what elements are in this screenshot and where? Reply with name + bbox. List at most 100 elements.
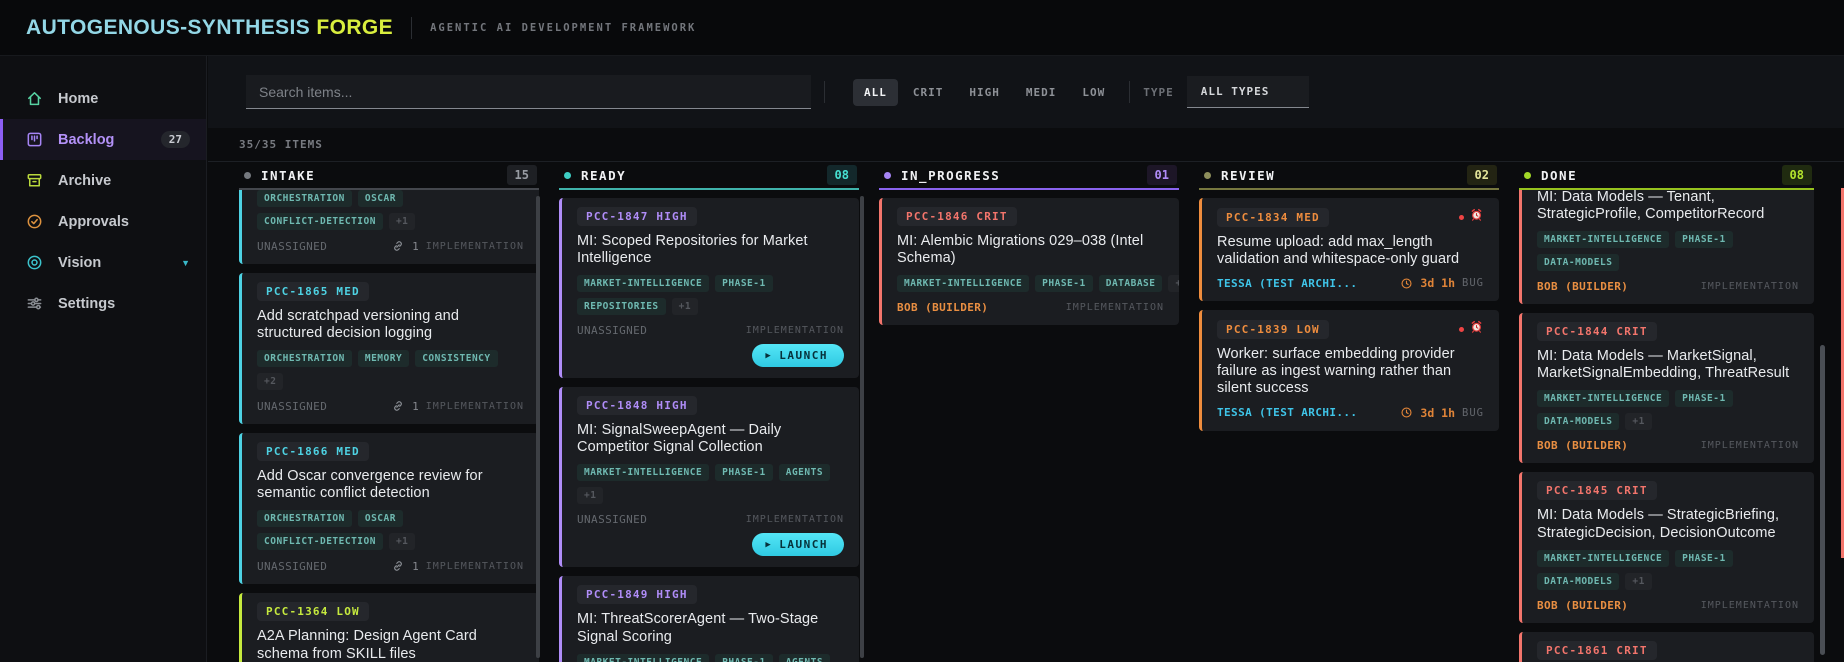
- sidebar-item-vision[interactable]: Vision ▼: [0, 242, 206, 283]
- card[interactable]: PCC-1847 HIGH MI: Scoped Repositories for…: [559, 198, 859, 379]
- clock-icon: [1400, 277, 1413, 290]
- launch-button[interactable]: ▶ LAUNCH: [752, 344, 844, 368]
- card-title: Resume upload: add max_length validation…: [1217, 234, 1460, 268]
- column-title: DONE: [1541, 167, 1578, 183]
- card[interactable]: PCC-1364 LOW A2A Planning: Design Agent C…: [239, 593, 539, 662]
- top-header-bar: AUTOGENOUS-SYNTHESIS FORGE AGENTIC AI DE…: [0, 0, 1844, 56]
- card-id-row: PCC-1861 CRIT: [1537, 640, 1799, 660]
- card-title: MI: Alembic Migrations 029–038 (Intel Sc…: [897, 233, 1144, 267]
- sidebar-item-label: Vision: [58, 254, 102, 271]
- column-title: REVIEW: [1221, 167, 1276, 183]
- tag-row: MARKET-INTELLIGENCE PHASE-1: [577, 275, 844, 293]
- card-work-type: IMPLEMENTATION: [1700, 599, 1799, 611]
- filter-all[interactable]: ALL: [853, 78, 898, 106]
- search-input[interactable]: [246, 75, 811, 109]
- card-id-badge: PCC-1849 HIGH: [577, 585, 697, 605]
- sidebar-item-label: Home: [58, 90, 99, 107]
- column-status-dot-icon: [884, 171, 891, 179]
- launch-button[interactable]: ▶ LAUNCH: [752, 533, 844, 557]
- column-intake: INTAKE 15 ORCHESTRATION OSCAR CONFLICT-DETEC…: [239, 162, 539, 662]
- card-work-type: IMPLEMENTATION: [1700, 440, 1799, 452]
- ready-column-scrollbar[interactable]: [860, 196, 864, 658]
- card[interactable]: PCC-1846 CRIT MI: Alembic Migrations 029–…: [879, 198, 1179, 326]
- filter-medi[interactable]: MEDI: [1015, 79, 1068, 106]
- column-in_progress: IN_PROGRESS 01 PCC-1846 CRIT MI: Alembic Mi…: [879, 162, 1179, 662]
- tag-chip: DATA-MODELS: [1537, 254, 1620, 272]
- card-id-row: PCC-1865 MED: [257, 282, 524, 301]
- card-tags: MARKET-INTELLIGENCE PHASE-1 DATA-MODELS +1: [1537, 390, 1799, 431]
- card[interactable]: PCC-1861 CRIT: [1519, 631, 1814, 662]
- kanban-board: INTAKE 15 ORCHESTRATION OSCAR CONFLICT-DETEC…: [208, 162, 1844, 662]
- sidebar-item-approvals[interactable]: Approvals: [0, 201, 206, 242]
- card-id-badge: PCC-1364 LOW: [257, 602, 369, 622]
- filter-high[interactable]: HIGH: [958, 79, 1011, 106]
- main-content: ALLCRITHIGHMEDILOW TYPE ALL TYPES 35/35 …: [208, 56, 1844, 662]
- card-footer-right: 1 IMPLEMENTATION: [391, 399, 524, 413]
- tag-row: DATA-MODELS +1: [1537, 413, 1799, 431]
- card-footer: UNASSIGNED IMPLEMENTATION: [577, 513, 844, 526]
- card[interactable]: PCC-1866 MED Add Oscar convergence review…: [239, 433, 539, 585]
- tag-row: +2: [257, 373, 524, 391]
- column-ready: READY 08 PCC-1847 HIGH MI: Scoped Repositor…: [559, 162, 859, 662]
- column-cards: PCC-1847 HIGH MI: Scoped Repositories for…: [559, 190, 859, 662]
- card[interactable]: PCC-1839 LOW Worker: surface embedding pr…: [1199, 310, 1499, 431]
- card[interactable]: PCC-1849 HIGH MI: ThreatScorerAgent — Two…: [559, 576, 859, 662]
- card-tags: ORCHESTRATION OSCAR CONFLICT-DETECTION +1: [257, 190, 524, 230]
- filter-low[interactable]: LOW: [1071, 79, 1116, 106]
- card-id-row: PCC-1866 MED: [257, 442, 524, 462]
- tag-chip: MARKET-INTELLIGENCE: [577, 653, 710, 662]
- card-tags: ORCHESTRATION MEMORY CONSISTENCY +2: [257, 350, 524, 391]
- card[interactable]: PCC-1844 CRIT MI: Data Models — MarketSig…: [1519, 313, 1814, 464]
- sidebar-item-home[interactable]: Home: [0, 78, 206, 119]
- card-assignee: UNASSIGNED: [257, 559, 328, 573]
- filter-crit[interactable]: CRIT: [902, 79, 955, 106]
- card-age: 3d 1h: [1420, 276, 1456, 291]
- card[interactable]: ORCHESTRATION OSCAR CONFLICT-DETECTION +1 UN…: [239, 190, 539, 264]
- app-title: AUTOGENOUS-SYNTHESIS FORGE: [26, 16, 393, 40]
- card-footer: UNASSIGNED 1 IMPLEMENTATION: [257, 559, 524, 573]
- tag-chip: REPOSITORIES: [577, 298, 666, 316]
- tag-chip: MARKET-INTELLIGENCE: [1537, 549, 1670, 567]
- column-status-dot-icon: [244, 171, 251, 179]
- card[interactable]: PCC-1848 HIGH MI: SignalSweepAgent — Dail…: [559, 387, 859, 568]
- card-id-badge: PCC-1834 MED: [1217, 207, 1329, 227]
- card-age: 3d 1h: [1420, 405, 1456, 420]
- sidebar-item-settings[interactable]: Settings: [0, 283, 206, 324]
- card-footer: BOB (BUILDER) IMPLEMENTATION: [1537, 439, 1799, 452]
- column-count-badge: 08: [1781, 165, 1812, 185]
- column-count-badge: 15: [506, 165, 537, 185]
- link-count: 1: [412, 399, 419, 413]
- play-icon: ▶: [765, 539, 773, 550]
- card[interactable]: MI: Data Models — Tenant, StrategicProfi…: [1519, 190, 1814, 305]
- intake-column-scrollbar[interactable]: [536, 196, 540, 658]
- column-title: READY: [581, 167, 627, 183]
- card-id-badge: PCC-1846 CRIT: [897, 207, 1017, 226]
- chevron-down-icon: ▼: [181, 257, 190, 268]
- tag-chip: ORCHESTRATION: [257, 510, 352, 528]
- sidebar-item-archive[interactable]: Archive: [0, 160, 206, 201]
- card[interactable]: PCC-1834 MED Resume upload: add max_lengt…: [1199, 198, 1499, 302]
- column-status-dot-icon: [1524, 171, 1531, 179]
- more-tags-badge: +1: [1168, 275, 1179, 293]
- tag-chip: PHASE-1: [1675, 549, 1733, 567]
- card[interactable]: PCC-1865 MED Add scratchpad versioning an…: [239, 273, 539, 425]
- card-id-row: PCC-1364 LOW: [257, 602, 524, 622]
- card-id-row: PCC-1844 CRIT: [1537, 322, 1799, 342]
- card-assignee: BOB (BUILDER): [1537, 280, 1629, 294]
- done-column-scrollbar[interactable]: [1820, 345, 1825, 655]
- sidebar-item-label: Backlog: [58, 131, 115, 148]
- play-icon: ▶: [765, 350, 773, 361]
- tag-chip: AGENTS: [778, 653, 831, 662]
- backlog-icon: [25, 130, 44, 149]
- card-id-badge: PCC-1866 MED: [257, 442, 369, 462]
- card[interactable]: PCC-1845 CRIT MI: Data Models — Strategic…: [1519, 472, 1814, 623]
- card-work-type: IMPLEMENTATION: [745, 514, 844, 526]
- tag-chip: MEMORY: [357, 350, 410, 368]
- sidebar-item-backlog[interactable]: Backlog 27: [0, 119, 206, 160]
- tag-chip: OSCAR: [357, 190, 403, 207]
- tag-row: MARKET-INTELLIGENCE PHASE-1 AGENTS: [577, 464, 844, 482]
- card-id-row: PCC-1839 LOW: [1217, 319, 1484, 339]
- tag-row: CONFLICT-DETECTION +1: [257, 533, 524, 551]
- tag-chip: CONSISTENCY: [415, 350, 498, 368]
- type-filter-select[interactable]: ALL TYPES: [1186, 76, 1309, 108]
